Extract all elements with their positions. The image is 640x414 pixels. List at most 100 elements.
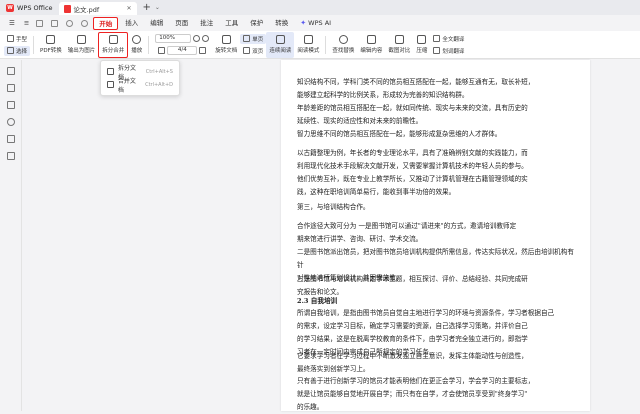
merge-document-item[interactable]: 合并文档 Ctrl+Alt+D [101, 77, 179, 94]
read-mode-button[interactable]: 阅读模式 [294, 32, 322, 58]
edit-content-button[interactable]: 编辑内容 [357, 32, 385, 58]
divider [33, 35, 35, 54]
split-doc-shortcut: Ctrl+Alt+S [145, 68, 173, 75]
rotate-doc-label: 旋转文档 [215, 48, 238, 54]
menu-tab-convert[interactable]: 转换 [270, 17, 293, 30]
prev-page-icon[interactable] [158, 47, 166, 54]
single-page-button[interactable]: 单页 [240, 33, 267, 44]
app-tab[interactable]: W WPS Office [0, 0, 59, 15]
word-translate-label: 划词翻译 [442, 48, 465, 55]
close-tab-icon[interactable]: ✕ [126, 5, 131, 12]
menu-tab-wps-ai[interactable]: ✦ WPS AI [295, 17, 336, 30]
main-menu-icon[interactable]: ☰ [4, 17, 20, 30]
read-mode-icon [303, 35, 313, 44]
menu-tab-protect[interactable]: 保护 [245, 17, 268, 30]
full-translate-button[interactable]: 全文翻译 [430, 34, 467, 44]
single-page-label: 单页 [252, 36, 264, 43]
bookmark-icon[interactable] [6, 67, 15, 75]
paragraph: 以古籍整理为例，年长者的专业理论水平，具有了准确辨别文献的实践能力，而 利用现代… [297, 149, 528, 196]
select-tool-button[interactable]: 选择 [4, 45, 31, 56]
paragraph: 它要求学习者在学习过程中不断激发独立自主意识，发挥主体能动性与创造性， 最终落实… [297, 352, 528, 373]
paragraph: 合作途径大致可分为 一是图书馆可以通过"请进来"的方式，邀请培训教师定 期来馆进… [297, 222, 517, 243]
menu-tab-tools[interactable]: 工具 [220, 17, 243, 30]
menu-tab-edit[interactable]: 编辑 [145, 17, 168, 30]
zoom-control: 100% [152, 34, 212, 44]
double-page-button[interactable]: 双页 [240, 46, 266, 56]
find-replace-button[interactable]: 查找替换 [329, 32, 357, 58]
play-label: 播放 [131, 48, 143, 54]
read-mode-label: 阅读模式 [297, 48, 320, 54]
play-button[interactable]: 播放 [128, 32, 145, 58]
full-translate-label: 全文翻译 [442, 36, 465, 43]
scissors-icon [394, 35, 404, 44]
word-translate-button[interactable]: 划词翻译 [430, 46, 467, 56]
pdf-convert-button[interactable]: PDF转换 [37, 32, 65, 58]
tag-icon[interactable] [6, 135, 15, 143]
thumbnail-icon[interactable] [6, 84, 15, 92]
merge-doc-shortcut: Ctrl+Alt+D [145, 81, 173, 88]
rotate-icon [221, 35, 231, 44]
next-page-icon[interactable] [199, 47, 207, 54]
continuous-icon [275, 35, 285, 44]
ai-star-icon: ✦ [300, 18, 307, 27]
find-replace-label: 查找替换 [332, 48, 355, 54]
paragraph: 智力思维不同的馆员相互搭配在一起，能够形成复杂思维的人才群体。 [297, 130, 502, 138]
wps-logo-icon: W [6, 3, 14, 12]
quick-undo-icon[interactable] [66, 19, 74, 27]
new-tab-button[interactable]: + [143, 2, 151, 13]
quick-redo-icon[interactable] [81, 19, 89, 27]
document-page: 知识结构不同，学科门类不同的馆员相互搭配在一起，能够互通有无，取长补短， 能够建… [281, 60, 590, 411]
wps-ai-label: WPS AI [308, 18, 332, 27]
edit-content-label: 编辑内容 [360, 48, 383, 54]
screenshot-compare-button[interactable]: 截图对比 [385, 32, 413, 58]
comment-icon[interactable] [6, 101, 15, 109]
app-name: WPS Office [17, 3, 53, 12]
export-image-label: 输出为图片 [67, 48, 96, 54]
paragraph: 第三，与培训结构合作。 [297, 203, 370, 211]
split-doc-icon [107, 68, 114, 75]
tab-list-chevron-icon[interactable]: ⌄ [155, 4, 160, 11]
title-bar: W WPS Office 论文.pdf ✕ + ⌄ [0, 0, 640, 15]
search-panel-icon[interactable] [6, 118, 15, 126]
document-tab-label: 论文.pdf [73, 5, 100, 14]
compress-icon [417, 35, 427, 44]
zoom-in-icon[interactable] [202, 35, 210, 42]
split-merge-label: 拆分合并 [102, 48, 125, 54]
page-number-input[interactable]: 4/4 [167, 46, 198, 55]
hand-tool-button[interactable]: 手型 [4, 34, 30, 44]
menu-tab-insert[interactable]: 插入 [120, 17, 143, 30]
merge-doc-label: 合并文档 [117, 77, 136, 94]
menu-tab-annotate[interactable]: 批注 [195, 17, 218, 30]
menu-tab-start[interactable]: 开始 [93, 16, 119, 30]
zoom-select[interactable]: 100% [155, 34, 192, 43]
image-icon [76, 35, 86, 44]
split-merge-icon [108, 35, 118, 44]
quick-print-icon[interactable] [51, 19, 59, 27]
double-page-label: 双页 [252, 48, 264, 55]
split-merge-button[interactable]: 拆分合并 [98, 31, 129, 58]
zoom-out-icon[interactable] [193, 35, 201, 42]
double-page-icon [243, 47, 251, 54]
export-image-button[interactable]: 输出为图片 [65, 32, 99, 58]
file-label[interactable]: ≡ [22, 17, 31, 30]
select-label: 选择 [16, 48, 28, 55]
paragraph: 知识结构不同，学科门类不同的馆员相互搭配在一起，能够互通有无，取长补短， 能够建… [297, 78, 535, 99]
document-tab[interactable]: 论文.pdf ✕ [58, 2, 137, 15]
quick-save-icon[interactable] [36, 19, 44, 27]
pdf-file-icon [63, 4, 71, 13]
menu-bar: ☰ ≡ 开始 插入 编辑 页面 批注 工具 保护 转换 ✦ WPS AI [0, 15, 640, 31]
translate-icon [433, 35, 441, 42]
hand-icon [7, 35, 14, 42]
single-page-icon [243, 35, 251, 42]
rotate-doc-button[interactable]: 旋转文档 [212, 32, 240, 58]
layers-icon[interactable] [6, 152, 15, 160]
play-icon [132, 35, 142, 44]
continuous-read-button[interactable]: 连续阅读 [266, 31, 295, 58]
compress-button[interactable]: 压缩 [413, 32, 430, 58]
menu-tab-page[interactable]: 页面 [170, 17, 193, 30]
search-icon [338, 35, 348, 44]
page-nav: 4/4 [152, 46, 212, 56]
split-merge-dropdown: 拆分文档 Ctrl+Alt+S 合并文档 Ctrl+Alt+D [100, 60, 180, 96]
divider [325, 35, 327, 54]
pdf-convert-label: PDF转换 [40, 48, 62, 54]
